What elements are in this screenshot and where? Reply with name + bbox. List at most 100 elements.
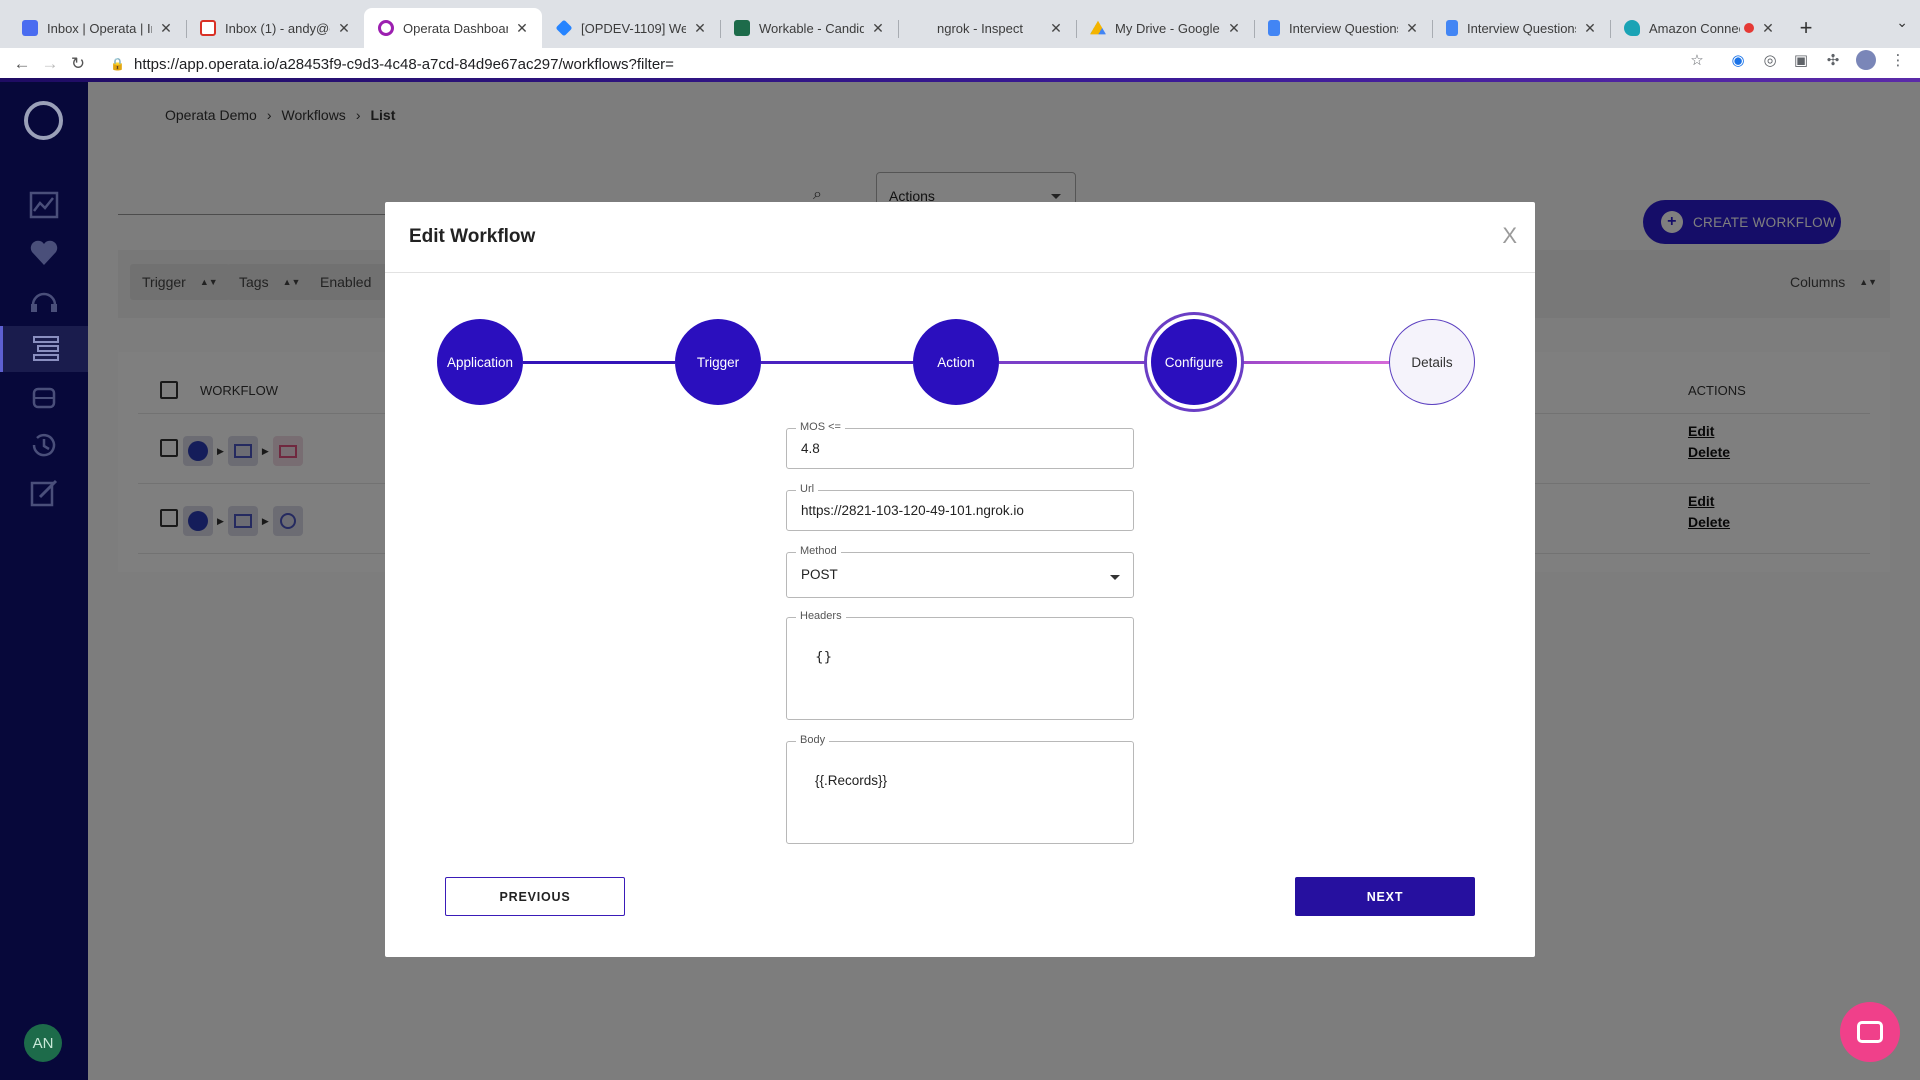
tab-close-icon[interactable]: ✕ xyxy=(514,20,530,37)
browser-tab[interactable]: Workable - Candidat ✕ xyxy=(720,8,898,48)
method-value: POST xyxy=(801,567,838,582)
step-action[interactable]: Action xyxy=(913,319,999,405)
tab-title: Operata Dashboard xyxy=(403,20,508,36)
body-value: {{.Records}} xyxy=(815,773,888,788)
recording-icon xyxy=(1744,23,1754,33)
browser-tab[interactable]: Inbox | Operata | Int ✕ xyxy=(8,8,186,48)
robot-icon[interactable] xyxy=(0,374,88,420)
lock-icon: 🔒 xyxy=(110,57,125,71)
mos-value: 4.8 xyxy=(801,441,820,456)
edit-workflow-modal: Edit Workflow X Application Trigger Acti… xyxy=(385,202,1535,957)
tab-close-icon[interactable]: ✕ xyxy=(1760,20,1776,37)
reload-icon[interactable]: ↻ xyxy=(64,54,92,74)
step-configure[interactable]: Configure xyxy=(1151,319,1237,405)
headers-label: Headers xyxy=(796,610,846,622)
browser-tab[interactable]: Amazon Connec ✕ xyxy=(1610,8,1788,48)
modal-header: Edit Workflow X xyxy=(385,202,1535,273)
tab-title: Workable - Candidat xyxy=(759,20,864,36)
browser-tab[interactable]: Interview Questions ✕ xyxy=(1432,8,1610,48)
edit-icon[interactable] xyxy=(0,470,88,516)
browser-tab[interactable]: ngrok - Inspect ✕ xyxy=(898,8,1076,48)
headers-value: {} xyxy=(815,649,833,665)
mos-label: MOS <= xyxy=(796,421,845,433)
google-docs-icon xyxy=(1268,20,1280,36)
star-icon[interactable]: ☆ xyxy=(1687,51,1707,69)
operata-favicon xyxy=(378,20,394,36)
extension-icon[interactable]: ▣ xyxy=(1791,51,1811,69)
step-connector xyxy=(999,361,1151,364)
step-connector xyxy=(1237,361,1389,364)
forward-icon[interactable]: → xyxy=(36,54,64,74)
browser-tab[interactable]: Interview Questions ✕ xyxy=(1254,8,1432,48)
step-trigger[interactable]: Trigger xyxy=(675,319,761,405)
headers-textarea[interactable]: Headers {} xyxy=(786,610,1134,720)
browser-tab-strip: Inbox | Operata | Int ✕ Inbox (1) - andy… xyxy=(0,0,1920,48)
browser-tab[interactable]: My Drive - Google D ✕ xyxy=(1076,8,1254,48)
amazon-connect-icon xyxy=(1624,20,1640,36)
mos-field[interactable]: MOS <= 4.8 xyxy=(786,421,1134,469)
tab-title: ngrok - Inspect xyxy=(937,20,1023,36)
more-icon[interactable]: ⋮ xyxy=(1888,51,1908,69)
tab-close-icon[interactable]: ✕ xyxy=(1226,20,1242,37)
tab-title: Interview Questions xyxy=(1467,20,1576,36)
address-bar-row: ← → ↻ 🔒 https://app.operata.io/a28453f9-… xyxy=(0,48,1920,80)
tab-title: Amazon Connec xyxy=(1649,20,1740,36)
ngrok-icon xyxy=(912,20,928,36)
tab-close-icon[interactable]: ✕ xyxy=(870,20,886,37)
url-value: https://2821-103-120-49-101.ngrok.io xyxy=(801,503,1024,518)
jira-icon xyxy=(555,19,573,37)
browser-tab-active[interactable]: Operata Dashboard ✕ xyxy=(364,8,542,48)
google-drive-icon xyxy=(1090,20,1106,35)
history-icon[interactable] xyxy=(0,422,88,468)
extension-icon[interactable]: ◎ xyxy=(1760,51,1780,69)
extension-icon[interactable]: ◉ xyxy=(1728,51,1748,69)
chat-support-button[interactable] xyxy=(1840,1002,1900,1062)
user-avatar[interactable]: AN xyxy=(24,1024,62,1062)
url-field[interactable]: 🔒 https://app.operata.io/a28453f9-c9d3-4… xyxy=(110,50,1690,78)
step-connector xyxy=(761,361,913,364)
chat-icon xyxy=(1857,1021,1883,1043)
chevron-down-icon[interactable]: ⌄ xyxy=(1896,14,1908,31)
workflows-icon[interactable] xyxy=(0,326,88,372)
tab-close-icon[interactable]: ✕ xyxy=(336,20,352,37)
workable-icon xyxy=(734,20,750,36)
tab-title: Inbox | Operata | Int xyxy=(47,20,152,36)
puzzle-icon[interactable]: ✣ xyxy=(1823,51,1843,69)
close-icon[interactable]: X xyxy=(1502,223,1517,249)
new-tab-icon[interactable]: + xyxy=(1788,8,1824,48)
method-select[interactable]: Method POST xyxy=(786,545,1134,598)
tab-close-icon[interactable]: ✕ xyxy=(1048,20,1064,37)
headset-icon[interactable] xyxy=(0,278,88,324)
step-connector xyxy=(523,361,675,364)
step-application[interactable]: Application xyxy=(437,319,523,405)
browser-tab[interactable]: [OPDEV-1109] Webh ✕ xyxy=(542,8,720,48)
next-button[interactable]: NEXT xyxy=(1295,877,1475,916)
body-textarea[interactable]: Body {{.Records}} xyxy=(786,734,1134,844)
url-input[interactable]: Url https://2821-103-120-49-101.ngrok.io xyxy=(786,483,1134,531)
previous-button[interactable]: PREVIOUS xyxy=(445,877,625,916)
tab-title: Inbox (1) - andy@op xyxy=(225,20,330,36)
dashboard-icon[interactable] xyxy=(0,182,88,228)
tab-close-icon[interactable]: ✕ xyxy=(1404,20,1420,37)
body-label: Body xyxy=(796,734,830,746)
tab-close-icon[interactable]: ✕ xyxy=(692,20,708,37)
tab-close-icon[interactable]: ✕ xyxy=(1582,20,1598,37)
back-icon[interactable]: ← xyxy=(8,54,36,74)
profile-avatar[interactable] xyxy=(1856,50,1876,70)
google-docs-icon xyxy=(1446,20,1458,36)
step-details[interactable]: Details xyxy=(1389,319,1475,405)
method-label: Method xyxy=(796,545,841,557)
chevron-down-icon xyxy=(1110,575,1120,585)
tab-title: [OPDEV-1109] Webh xyxy=(581,20,686,36)
url-label: Url xyxy=(796,483,819,495)
browser-tab[interactable]: Inbox (1) - andy@op ✕ xyxy=(186,8,364,48)
app-sidebar: AN xyxy=(0,82,88,1080)
tab-favicon xyxy=(22,20,38,36)
tab-close-icon[interactable]: ✕ xyxy=(158,20,174,37)
heart-icon[interactable] xyxy=(0,230,88,276)
gmail-icon xyxy=(200,20,216,36)
workflow-stepper: Application Trigger Action Configure Det… xyxy=(437,317,1477,407)
operata-logo[interactable] xyxy=(24,101,63,140)
tab-title: Interview Questions xyxy=(1289,20,1398,36)
tab-title: My Drive - Google D xyxy=(1115,20,1220,36)
